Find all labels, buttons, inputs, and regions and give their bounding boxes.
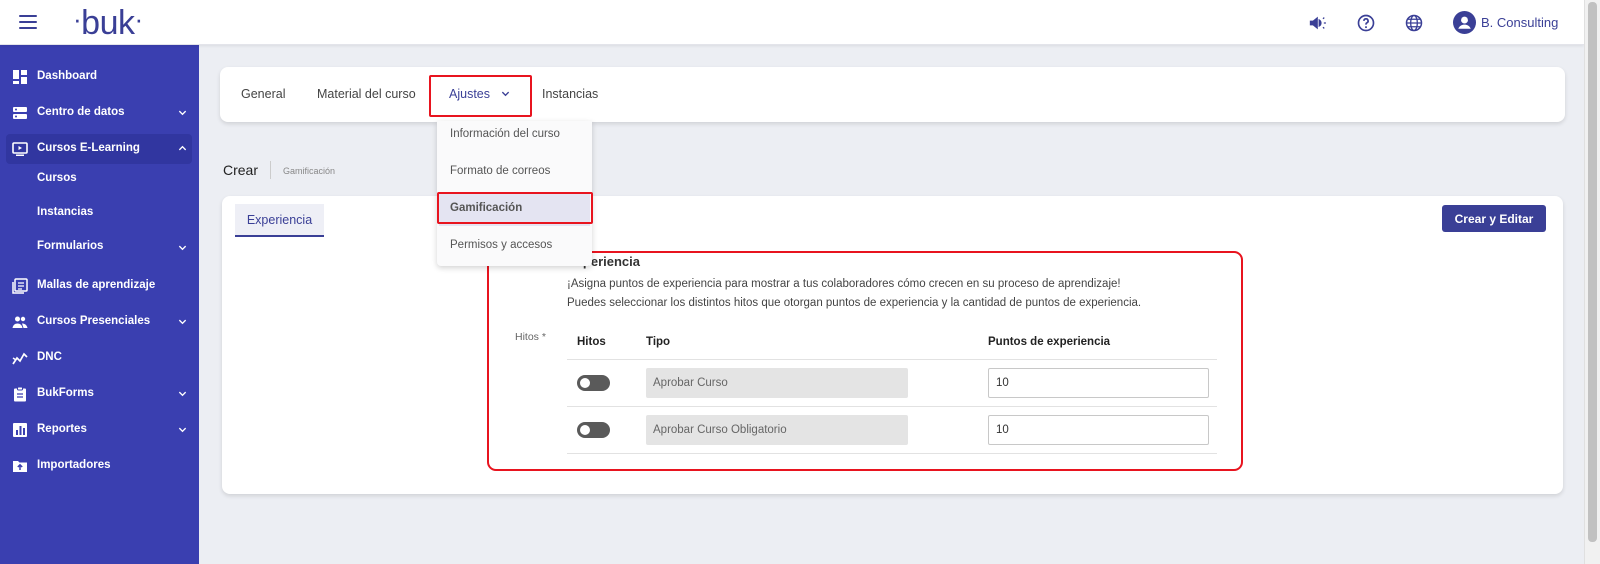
sidebar-subitem-instancias[interactable]: Instancias [37,206,93,218]
column-header-hitos: Hitos [577,336,606,348]
tab-instancias[interactable]: Instancias [542,87,598,101]
tipo-field: Aprobar Curso Obligatorio [646,415,908,445]
sidebar-item-label: Cursos Presenciales [37,315,151,327]
sidebar-item-dnc[interactable]: DNC [0,343,199,373]
sidebar-subitem-formularios[interactable]: Formularios [37,240,103,252]
sidebar-item-centro-de-datos[interactable]: Centro de datos [0,98,199,128]
page-title: Crear [223,162,259,178]
folder-upload-icon [12,458,28,474]
buk-logo[interactable]: ·buk· [73,4,143,43]
top-bar: ·buk· B. Consulting [0,0,1584,45]
sidebar-item-label: Reportes [37,423,87,435]
megaphone-icon[interactable] [1308,13,1328,33]
tab-ajustes-label: Ajustes [449,87,490,101]
bar-chart-icon [12,422,28,438]
sidebar-item-label: DNC [37,351,62,363]
tipo-field: Aprobar Curso [646,368,908,398]
chevron-down-icon [178,243,187,252]
scrollbar-thumb[interactable] [1588,2,1597,542]
chevron-up-icon [178,144,187,153]
hito-toggle[interactable] [577,375,610,391]
scrollbar[interactable] [1584,0,1600,564]
content-card: Experiencia Crear y Editar [222,196,1563,494]
sidebar-item-dashboard[interactable]: Dashboard [0,62,199,92]
chevron-down-icon [178,317,187,326]
column-header-puntos: Puntos de experiencia [988,336,1111,348]
puntos-input[interactable] [988,368,1209,398]
puntos-input[interactable] [988,415,1209,445]
username[interactable]: B. Consulting [1481,15,1558,30]
sidebar-item-bukforms[interactable]: BukForms [0,379,199,409]
sidebar-item-label: Mallas de aprendizaje [37,279,156,291]
document-list-icon [12,278,28,294]
sidebar-item-reportes[interactable]: Reportes [0,415,199,445]
sidebar-item-mallas-de-aprendizaje[interactable]: Mallas de aprendizaje [0,271,199,301]
chevron-down-icon [178,108,187,117]
sidebar-item-cursos-presenciales[interactable]: Cursos Presenciales [0,307,199,337]
chevron-down-icon [178,425,187,434]
tab-experiencia[interactable]: Experiencia [235,204,324,237]
user-avatar-icon[interactable] [1453,11,1476,34]
hitos-field-label: Hitos * [515,331,546,343]
menu-item-informacion-del-curso[interactable]: Información del curso [450,128,560,140]
chart-line-icon [12,350,28,366]
table-divider [567,359,1217,360]
table-divider [567,453,1217,454]
sidebar-item-label: Dashboard [37,70,98,82]
sidebar: Dashboard Centro de datos Cursos E-Learn… [0,45,199,564]
chevron-down-icon [502,91,510,97]
hamburger-menu-icon[interactable] [19,15,37,29]
menu-item-gamificacion[interactable]: Gamificación [450,202,522,214]
sidebar-subitem-cursos[interactable]: Cursos [37,172,77,184]
sidebar-item-label: Importadores [37,459,111,471]
clipboard-icon [12,386,28,402]
section-description: ¡Asigna puntos de experiencia para mostr… [567,278,1121,290]
tab-material-del-curso[interactable]: Material del curso [317,87,416,101]
help-icon[interactable] [1356,13,1376,33]
sidebar-item-label: Cursos E-Learning [37,142,140,154]
menu-item-formato-de-correos[interactable]: Formato de correos [450,165,550,177]
hito-toggle[interactable] [577,422,610,438]
breadcrumb-separator [270,161,271,179]
globe-icon[interactable] [1404,13,1424,33]
dashboard-icon [12,69,28,85]
tab-general[interactable]: General [241,87,285,101]
column-header-tipo: Tipo [646,336,671,348]
sidebar-item-importadores[interactable]: Importadores [0,451,199,481]
menu-item-permisos-y-accesos[interactable]: Permisos y accesos [450,239,552,251]
toggle-knob [580,425,590,435]
crear-y-editar-button[interactable]: Crear y Editar [1442,205,1546,232]
sidebar-item-label: BukForms [37,387,94,399]
ajustes-dropdown-menu: Información del curso Formato de correos… [437,121,592,266]
sidebar-item-cursos-e-learning[interactable]: Cursos E-Learning [6,134,192,164]
monitor-play-icon [12,141,28,157]
tab-ajustes[interactable]: Ajustes [449,87,510,101]
table-divider [567,406,1217,407]
breadcrumb: Gamificación [283,166,336,176]
chevron-down-icon [178,389,187,398]
people-icon [12,314,28,330]
toggle-knob [580,378,590,388]
section-description: Puedes seleccionar los distintos hitos q… [567,297,1142,309]
sidebar-item-label: Centro de datos [37,106,125,118]
database-icon [12,105,28,121]
course-tab-bar: General Material del curso Ajustes Insta… [220,67,1565,122]
